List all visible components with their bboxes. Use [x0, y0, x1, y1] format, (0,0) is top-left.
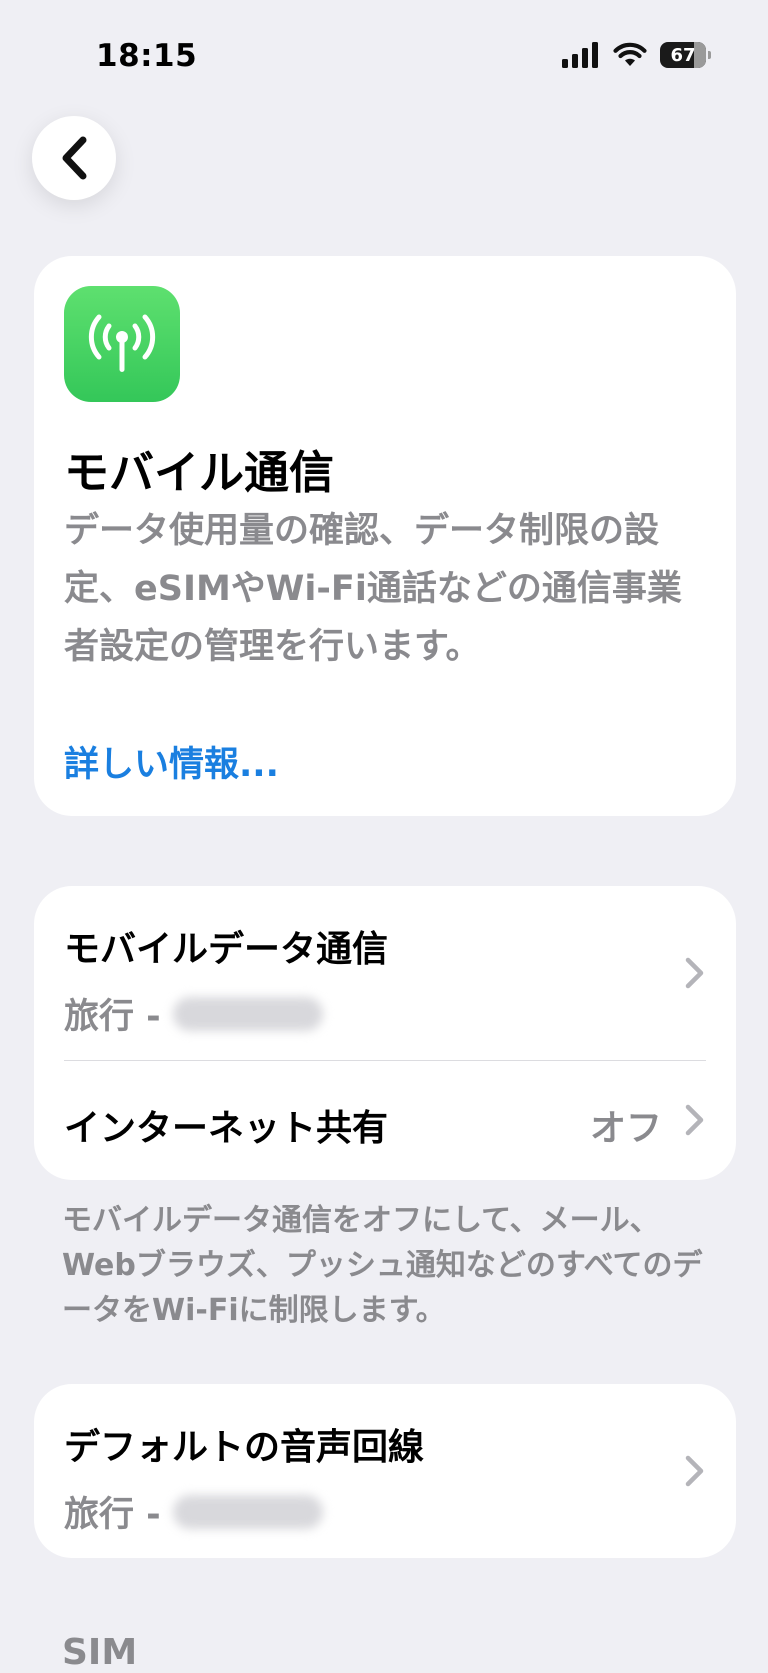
wifi-icon: [613, 42, 647, 66]
redacted-text: [172, 996, 323, 1031]
cellular-signal-icon: [562, 42, 598, 68]
row-subtitle: 旅行 -: [64, 1486, 323, 1537]
chevron-right-icon: [685, 1104, 704, 1136]
section-footer: モバイルデータ通信をオフにして、メール、Webブラウズ、プッシュ通知などのすべて…: [62, 1203, 703, 1328]
chevron-right-icon: [685, 957, 704, 989]
back-button[interactable]: [32, 116, 116, 200]
row-title: デフォルトの音声回線: [64, 1427, 425, 1468]
row-subtitle: 旅行 -: [64, 988, 323, 1039]
page-title: モバイル通信: [64, 446, 335, 499]
battery-icon: 67: [660, 42, 711, 68]
row-value: オフ: [589, 1108, 662, 1149]
status-bar: 18:15 67: [0, 0, 768, 110]
default-voice-line-row[interactable]: デフォルトの音声回線 旅行 -: [34, 1384, 736, 1558]
status-time: 18:15: [96, 38, 198, 74]
row-title: モバイルデータ通信: [64, 929, 389, 970]
chevron-left-icon: [62, 136, 87, 180]
default-voice-line-card: デフォルトの音声回線 旅行 -: [34, 1384, 736, 1558]
mobile-data-row[interactable]: モバイルデータ通信 旅行 -: [34, 886, 736, 1060]
chevron-right-icon: [685, 1455, 704, 1487]
row-subtitle-text: 旅行 -: [64, 997, 161, 1037]
personal-hotspot-row[interactable]: インターネット共有 オフ: [34, 1061, 736, 1180]
status-icons: 67: [562, 42, 711, 68]
redacted-text: [172, 1494, 323, 1529]
intro-description: データ使用量の確認、データ制限の設定、eSIMやWi-Fi通話などの通信事業者設…: [64, 511, 682, 667]
row-title: インターネット共有: [64, 1108, 389, 1149]
learn-more-link[interactable]: 詳しい情報...: [64, 736, 279, 787]
row-subtitle-text: 旅行 -: [64, 1495, 161, 1535]
mobile-data-card: モバイルデータ通信 旅行 - インターネット共有 オフ: [34, 886, 736, 1180]
antenna-icon: [64, 286, 180, 402]
battery-level: 67: [670, 44, 696, 66]
sim-section-header: SIM: [62, 1632, 138, 1673]
intro-card: モバイル通信 データ使用量の確認、データ制限の設定、eSIMやWi-Fi通話など…: [34, 256, 736, 816]
